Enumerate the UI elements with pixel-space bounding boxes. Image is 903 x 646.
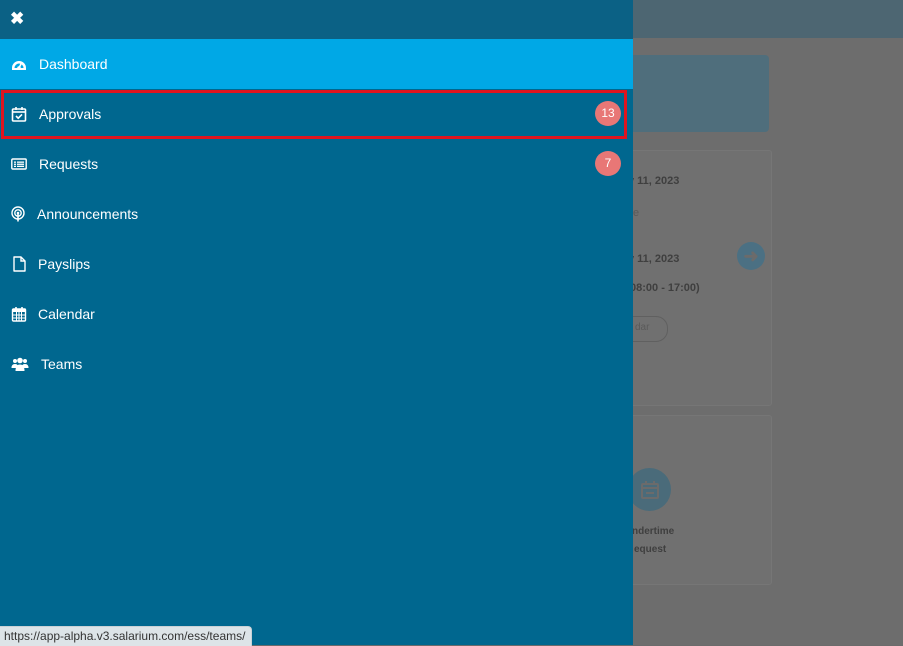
undertime-icon xyxy=(628,468,671,511)
background-date-1: y 11, 2023 xyxy=(628,175,680,187)
broadcast-icon xyxy=(11,206,25,222)
nav-item-requests[interactable]: Requests 7 xyxy=(0,139,633,189)
nav-item-payslips[interactable]: Payslips xyxy=(0,239,633,289)
nav-drawer: ✖ Dashboard Approvals 13 Requests 7 Anno… xyxy=(0,0,633,645)
approvals-count-badge: 13 xyxy=(595,101,621,126)
requests-count-badge: 7 xyxy=(595,151,621,176)
nav-item-dashboard[interactable]: Dashboard xyxy=(0,39,633,89)
users-icon xyxy=(11,357,29,371)
nav-label-approvals: Approvals xyxy=(39,106,102,122)
nav-label-payslips: Payslips xyxy=(38,256,91,272)
background-date-2: y 11, 2023 xyxy=(628,253,680,265)
status-bar-url: https://app-alpha.v3.salarium.com/ess/te… xyxy=(0,626,253,646)
arrow-right-icon: ➜ xyxy=(737,242,765,270)
background-shift: 08:00 - 17:00) xyxy=(630,282,700,294)
background-summary-card xyxy=(616,55,769,132)
nav-item-calendar[interactable]: Calendar xyxy=(0,289,633,339)
background-schedule-card xyxy=(616,150,772,406)
nav-item-announcements[interactable]: Announcements xyxy=(0,189,633,239)
nav-item-teams[interactable]: Teams xyxy=(0,339,633,389)
close-icon[interactable]: ✖ xyxy=(10,10,26,27)
nav-label-teams: Teams xyxy=(41,356,83,372)
dashboard-icon xyxy=(12,61,26,70)
calendar-check-icon xyxy=(11,107,27,122)
nav-item-approvals[interactable]: Approvals 13 xyxy=(0,89,633,139)
background-sub-1: e xyxy=(633,207,640,219)
background-request-line-1: ndertime xyxy=(632,526,675,537)
nav-label-announcements: Announcements xyxy=(37,206,139,222)
drawer-header: ✖ xyxy=(0,0,633,39)
calendar-icon xyxy=(11,307,27,322)
nav-label-dashboard: Dashboard xyxy=(39,56,108,72)
background-request-line-2: equest xyxy=(634,544,667,555)
nav-label-calendar: Calendar xyxy=(38,306,95,322)
drawer-nav: Dashboard Approvals 13 Requests 7 Announ… xyxy=(0,39,633,389)
nav-label-requests: Requests xyxy=(39,156,99,172)
document-icon xyxy=(13,256,26,272)
list-icon xyxy=(11,158,27,170)
